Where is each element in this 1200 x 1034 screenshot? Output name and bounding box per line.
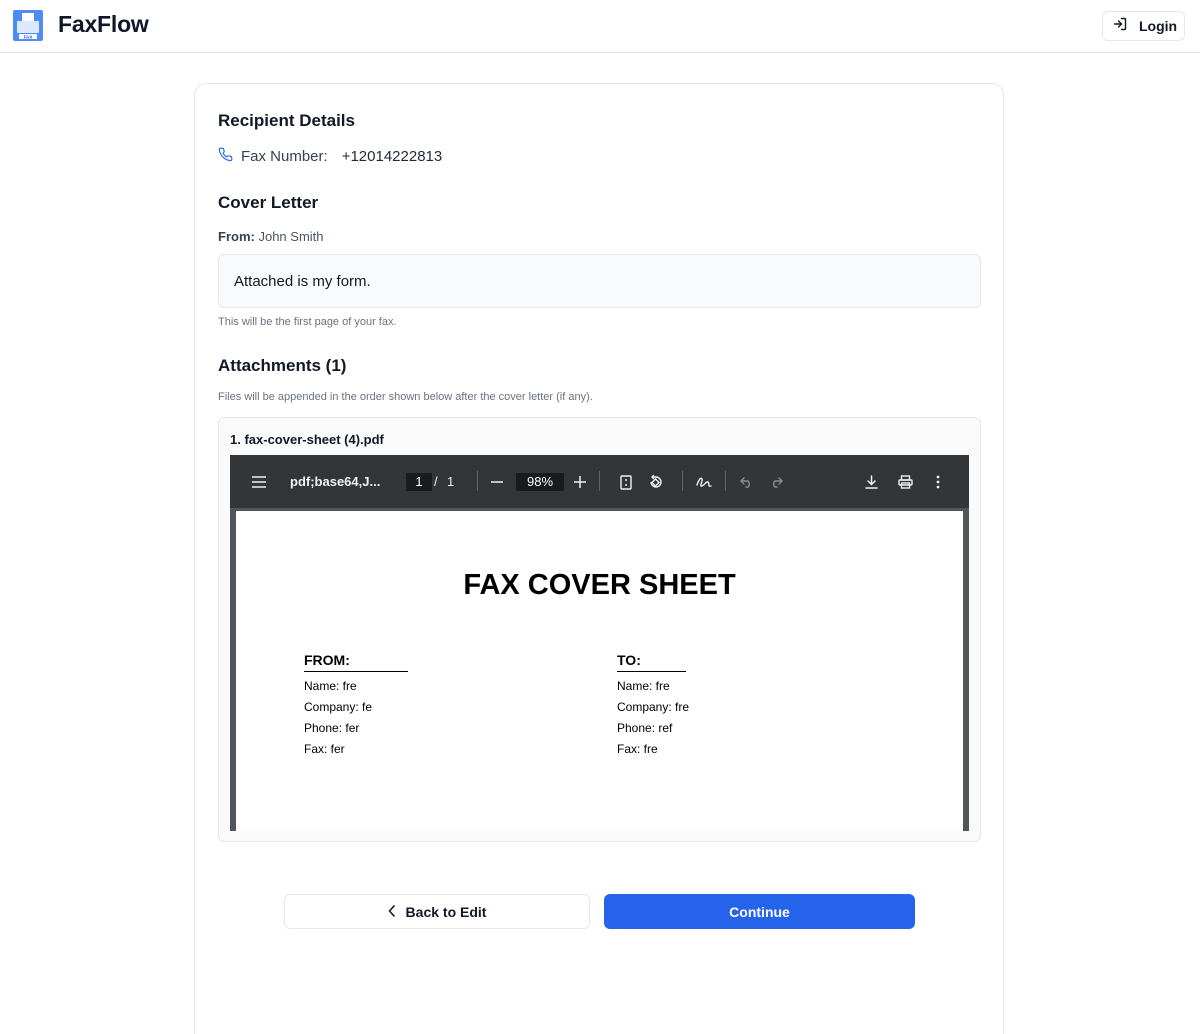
svg-text:FAX: FAX <box>24 34 33 39</box>
redo-icon[interactable] <box>766 472 786 492</box>
top-navbar: FAX FaxFlow Login <box>0 0 1200 53</box>
pdf-to-column: TO: Name: fre Company: fre Phone: ref Fa… <box>617 652 689 756</box>
zoom-in-icon[interactable] <box>570 472 590 492</box>
continue-button[interactable]: Continue <box>604 894 915 929</box>
pdf-to-line: Phone: ref <box>617 721 673 735</box>
login-icon <box>1113 17 1127 36</box>
pdf-toolbar: pdf;base64,J... 1 / 1 98% <box>230 455 969 508</box>
menu-icon[interactable] <box>249 472 269 492</box>
fit-page-icon[interactable] <box>616 472 636 492</box>
page-number-input[interactable]: 1 <box>406 473 432 491</box>
fax-number-row: Fax Number: +12014222813 <box>218 147 442 166</box>
from-label: From: <box>218 229 255 244</box>
zoom-input[interactable]: 98% <box>516 473 564 491</box>
pdf-page: FAX COVER SHEET FROM: Name: fre Company:… <box>236 511 963 831</box>
pdf-from-line: Fax: fer <box>304 742 345 756</box>
download-icon[interactable] <box>861 472 881 492</box>
zoom-out-icon[interactable] <box>487 472 507 492</box>
fax-number-label: Fax Number: <box>241 148 328 165</box>
from-row: From: John Smith <box>218 229 324 244</box>
from-name: John Smith <box>258 229 324 244</box>
undo-icon[interactable] <box>736 472 756 492</box>
pdf-to-line: Name: fre <box>617 679 670 693</box>
toolbar-divider <box>477 471 478 491</box>
annotate-icon[interactable] <box>694 472 714 492</box>
review-card: Recipient Details Fax Number: +120142228… <box>194 83 1004 1034</box>
toolbar-divider <box>599 471 600 491</box>
recipient-heading: Recipient Details <box>218 111 355 130</box>
attachments-heading: Attachments (1) <box>218 356 347 375</box>
phone-icon <box>218 147 233 166</box>
back-to-edit-button[interactable]: Back to Edit <box>284 894 590 929</box>
pdf-to-line: Company: fre <box>617 700 690 714</box>
pdf-from-column: FROM: Name: fre Company: fe Phone: fer F… <box>304 652 408 756</box>
attachments-hint: Files will be appended in the order show… <box>218 391 593 403</box>
back-to-edit-label: Back to Edit <box>405 903 487 920</box>
pdf-page-title: FAX COVER SHEET <box>463 569 736 601</box>
pdf-from-line: Name: fre <box>304 679 357 693</box>
page-separator: / <box>434 474 438 489</box>
attachment-filename: 1. fax-cover-sheet (4).pdf <box>230 432 384 447</box>
pdf-to-heading: TO: <box>617 652 686 672</box>
cover-letter-message: Attached is my form. <box>218 254 981 308</box>
toolbar-divider <box>725 471 726 491</box>
pdf-to-line: Fax: fre <box>617 742 658 756</box>
pdf-title: pdf;base64,J... <box>290 474 381 489</box>
page-total: 1 <box>447 474 455 489</box>
pdf-from-line: Phone: fer <box>304 721 360 735</box>
login-button[interactable]: Login <box>1102 11 1185 41</box>
pdf-from-heading: FROM: <box>304 652 408 672</box>
attachment-item: 1. fax-cover-sheet (4).pdf pdf;base64,J.… <box>218 417 981 842</box>
chevron-left-icon <box>388 904 396 920</box>
rotate-icon[interactable] <box>646 472 666 492</box>
login-label: Login <box>1139 18 1178 34</box>
cover-letter-hint: This will be the first page of your fax. <box>218 316 397 328</box>
pdf-from-line: Company: fe <box>304 700 373 714</box>
cover-letter-heading: Cover Letter <box>218 193 319 212</box>
pdf-viewer[interactable]: pdf;base64,J... 1 / 1 98% FAX COVER SHEE… <box>230 455 969 831</box>
print-icon[interactable] <box>895 472 915 492</box>
fax-number-value: +12014222813 <box>341 148 443 165</box>
app-name[interactable]: FaxFlow <box>58 11 149 38</box>
toolbar-divider <box>682 471 683 491</box>
fax-logo-icon[interactable]: FAX <box>13 10 43 41</box>
more-options-icon[interactable] <box>928 472 948 492</box>
